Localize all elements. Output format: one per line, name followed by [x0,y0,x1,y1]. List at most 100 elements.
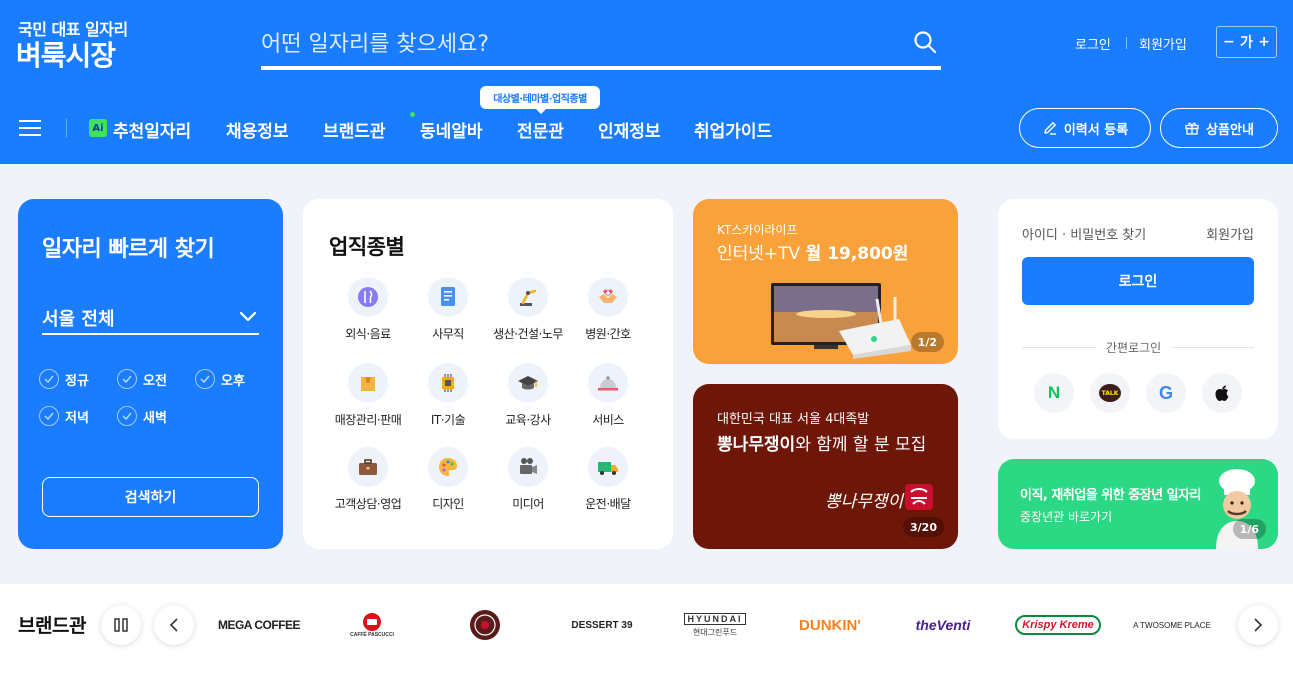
quick-search-title: 일자리 빠르게 찾기 [42,237,215,262]
brand-hollys[interactable] [467,609,503,641]
banner-title-prefix: 인터넷+TV [717,244,806,264]
category-sales[interactable]: 고객상담·영업 [328,447,408,512]
option-label: 오후 [221,373,245,389]
quick-search-button[interactable]: 검색하기 [42,477,259,517]
option-label: 오전 [143,373,167,389]
category-driving[interactable]: 운전·배달 [568,447,648,512]
category-label: 생산·건설·노무 [493,327,563,341]
bell-icon [588,363,628,403]
box-icon [348,363,388,403]
crane-icon [508,277,548,317]
kt-skylife-banner[interactable]: KT스카이라이프 인터넷+TV 월 19,800원 1/2 [693,199,958,364]
brand-krispy-kreme[interactable]: Krispy Kreme [1015,609,1101,641]
category-store[interactable]: 매장관리·판매 [328,363,408,428]
search-icon[interactable] [913,30,941,58]
font-decrease-button[interactable]: − [1223,34,1235,50]
category-service[interactable]: 서비스 [568,363,648,428]
brand-the-venti[interactable]: theVenti [904,609,982,641]
brand-next-button[interactable] [1238,605,1278,645]
hamburger-menu-icon[interactable] [19,120,41,138]
brand-prev-button[interactable] [154,605,194,645]
google-login-button[interactable]: G [1146,373,1186,413]
brand-krispy-kreme-logo: Krispy Kreme [1015,615,1101,635]
briefcase-icon [348,447,388,487]
dining-icon [348,277,388,317]
resume-register-label: 이력서 등록 [1063,122,1129,138]
brand-hyundai-logo: HYUNDAI [684,612,746,625]
category-medical[interactable]: 병원·간호 [568,277,648,342]
brand-hall-title: 브랜드관 [18,615,86,637]
brand-hyundai-subtitle: 현대그린푸드 [692,627,738,637]
category-construction[interactable]: 생산·건설·노무 [488,277,568,342]
pause-icon [114,618,128,632]
brand-hyundai-green-food[interactable]: HYUNDAI 현대그린푸드 [683,609,747,641]
brand-dunkin[interactable]: DUNKIN' [788,609,872,641]
brand-dessert39-logo: DESSERT 39 [571,619,633,631]
ai-badge-icon: Ai [89,119,107,137]
brand-twosome-place[interactable]: A TWOSOME PLACE [1130,609,1214,641]
option-evening-checkbox[interactable]: 저녁 [39,406,89,426]
login-button[interactable]: 로그인 [1022,257,1254,305]
nav-career-guide[interactable]: 취업가이드 [694,117,772,142]
category-label: 사무직 [432,327,464,341]
resume-register-button[interactable]: 이력서 등록 [1019,108,1151,148]
pongnamu-banner[interactable]: 대한민국 대표 서울 4대족발 뽕나무쟁이와 함께 할 분 모집 뽕나무쟁이 3… [693,384,958,549]
category-label: 미디어 [512,497,544,511]
category-design[interactable]: 디자인 [408,447,488,512]
senior-jobs-banner[interactable]: 이직, 재취업을 위한 중장년 일자리 중장년관 바로가기 1/6 [998,459,1278,549]
palette-icon [428,447,468,487]
card-signup-link[interactable]: 회원가입 [1206,224,1254,243]
signup-link[interactable]: 회원가입 [1139,34,1187,53]
nav-talent-info[interactable]: 인재정보 [598,117,661,142]
nav-brand-hall[interactable]: 브랜드관 [323,117,386,142]
nav-local-parttime[interactable]: 동네알바 [420,117,483,142]
banner-title-rest: 와 함께 할 분 모집 [795,435,927,455]
brand-mega-coffee[interactable]: MEGA COFFEE [217,609,301,641]
category-label: 병원·간호 [585,327,631,341]
region-select[interactable]: 서울 전체 [42,303,259,335]
option-regular-checkbox[interactable]: 정규 [39,369,89,389]
option-label: 새벽 [143,410,167,426]
pause-button[interactable] [101,605,141,645]
chevron-left-icon [169,618,178,632]
chevron-right-icon [1254,618,1263,632]
font-increase-button[interactable]: + [1258,34,1270,50]
naver-login-button[interactable]: N [1034,373,1074,413]
category-office[interactable]: 사무직 [408,277,488,342]
product-guide-button[interactable]: 상품안내 [1160,108,1278,148]
brand-hall-strip: 브랜드관 MEGA COFFEE CAFFÈ PASCUCCI DESSERT … [0,584,1293,681]
pencil-icon [1044,122,1056,135]
nav-job-info[interactable]: 채용정보 [226,117,289,142]
category-label: IT·기술 [430,413,466,427]
category-education[interactable]: 교육·강사 [488,363,568,428]
font-size-control: − 가 + [1216,26,1277,58]
brand-dessert39[interactable]: DESSERT 39 [562,609,642,641]
category-it[interactable]: IT·기술 [408,363,488,428]
pascucci-cup-icon [363,613,381,631]
option-morning-checkbox[interactable]: 오전 [117,369,167,389]
pongnamu-seal-icon [905,484,933,510]
option-dawn-checkbox[interactable]: 새벽 [117,406,167,426]
brand-caffe-pascucci[interactable]: CAFFÈ PASCUCCI [340,609,404,641]
util-divider [1126,37,1127,49]
search-bar [261,22,941,70]
option-afternoon-checkbox[interactable]: 오후 [195,369,245,389]
category-dining[interactable]: 외식·음료 [328,277,408,342]
search-input[interactable] [261,26,901,62]
category-media[interactable]: 미디어 [488,447,568,512]
check-circle-icon [39,406,59,426]
login-link[interactable]: 로그인 [1075,34,1111,53]
nav-recommended-jobs[interactable]: 추천일자리 [113,117,191,142]
site-header: 국민 대표 일자리 벼룩시장 로그인 회원가입 − 가 + Ai 추천일자리 채… [0,0,1293,164]
site-logo[interactable]: 벼룩시장 [16,34,116,74]
nav-specialty-hall[interactable]: 전문관 [517,117,564,142]
kakao-login-button[interactable]: TALK [1090,373,1130,413]
find-id-password-link[interactable]: 아이디 · 비밀번호 찾기 [1022,224,1146,243]
banner-price: 월 19,800원 [805,244,909,264]
category-label: 매장관리·판매 [334,413,402,427]
kakao-icon: TALK [1099,384,1121,402]
brand-the-venti-logo: theVenti [915,617,971,633]
apple-login-button[interactable] [1202,373,1242,413]
category-label: 서비스 [592,413,624,427]
brand-mega-coffee-logo: MEGA COFFEE [217,618,301,632]
